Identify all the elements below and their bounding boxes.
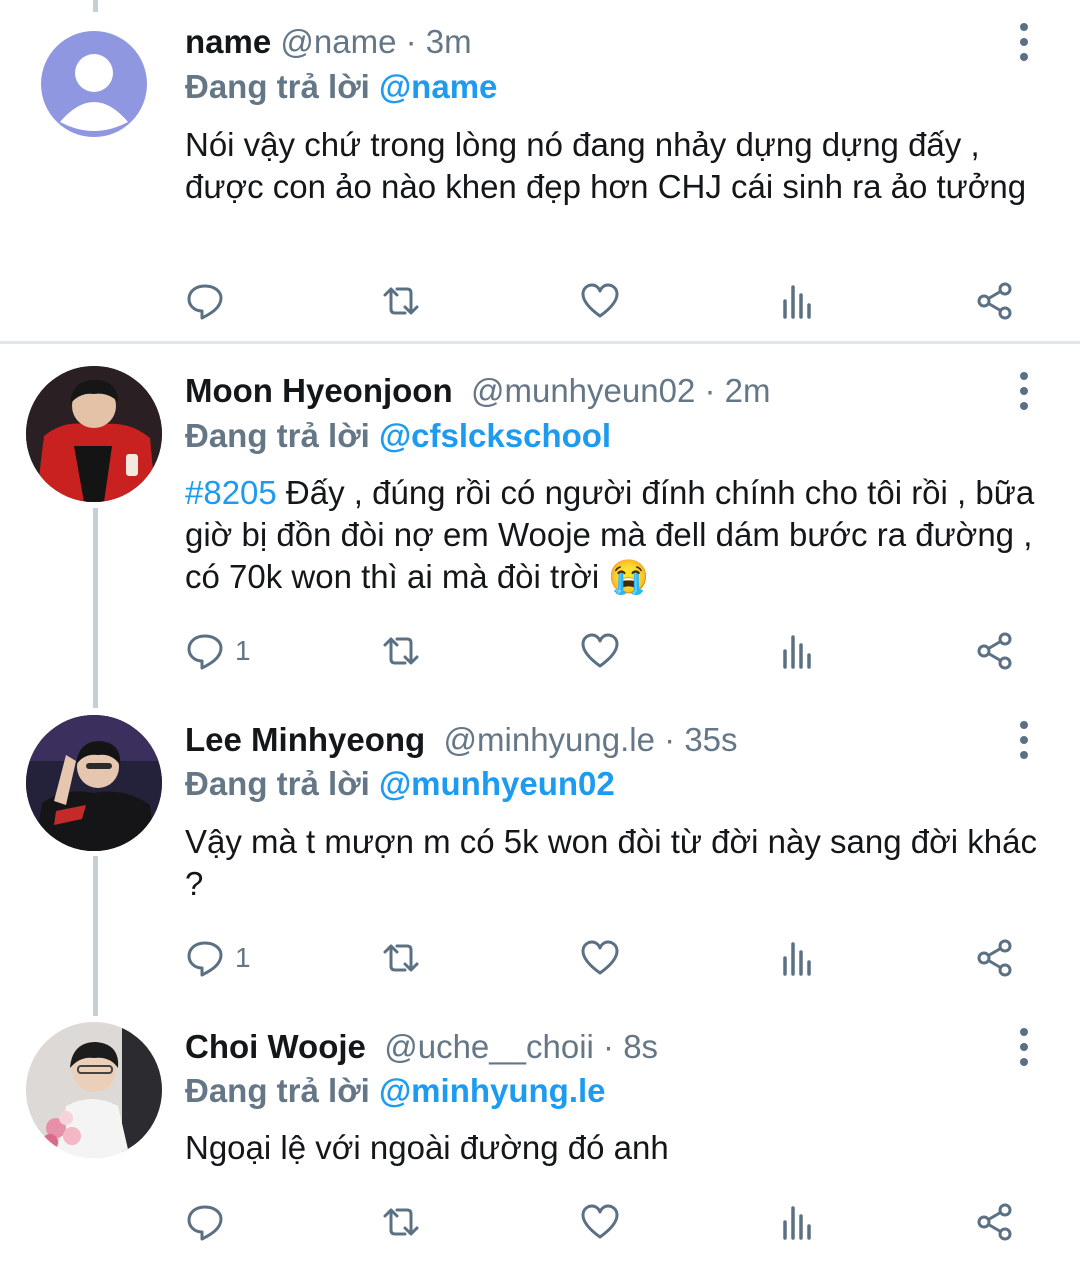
like-icon	[581, 633, 619, 668]
retweet-icon	[383, 287, 419, 315]
replying-to: Đang trả lời @cfslckschool	[185, 413, 611, 459]
like-icon	[581, 1204, 619, 1239]
reply-icon	[187, 634, 223, 670]
share-button[interactable]	[975, 1198, 1015, 1246]
more-icon[interactable]	[1008, 1023, 1040, 1071]
tweet-meta: Lee Minhyeong @minhyung.le · 35s	[185, 716, 990, 764]
tweet-actions	[185, 1198, 1025, 1246]
replying-to-label: Đang trả lời	[185, 417, 370, 454]
avatar[interactable]	[26, 1022, 162, 1158]
share-icon	[977, 632, 1012, 670]
hashtag-link[interactable]: #8205	[185, 474, 277, 511]
avatar[interactable]	[26, 715, 162, 851]
reply-button[interactable]	[185, 277, 235, 325]
reply-icon	[187, 1205, 223, 1241]
views-icon	[783, 1206, 811, 1240]
views-button[interactable]	[778, 1198, 818, 1246]
like-button[interactable]	[580, 627, 620, 675]
tweet-meta: Choi Wooje @uche__choii · 8s	[185, 1023, 990, 1071]
tweet-actions	[185, 277, 1025, 325]
thread-line	[93, 508, 98, 708]
user-handle[interactable]: @minhyung.le	[444, 721, 655, 758]
tweet-text: Ngoại lệ với ngoài đường đó anh	[185, 1129, 669, 1166]
replying-to-label: Đang trả lời	[185, 1072, 370, 1109]
user-handle[interactable]: @munhyeun02	[471, 372, 695, 409]
replying-to-handle[interactable]: @munhyeun02	[379, 765, 615, 802]
like-icon	[581, 940, 619, 975]
separator-dot: ·	[664, 721, 676, 758]
more-icon[interactable]	[1008, 367, 1040, 415]
timestamp[interactable]: 35s	[684, 721, 737, 758]
replying-to-handle[interactable]: @cfslckschool	[379, 417, 611, 454]
tweet-actions: 1	[185, 934, 1025, 982]
like-button[interactable]	[580, 277, 620, 325]
tweet-meta: Moon Hyeonjoon @munhyeun02 · 2m	[185, 367, 990, 415]
tweet-text: #8205 Đấy , đúng rồi có người đính chính…	[185, 472, 1055, 598]
retweet-button[interactable]	[381, 627, 421, 675]
tweet-meta: name @name · 3m	[185, 18, 990, 66]
user-handle[interactable]: @name	[280, 23, 396, 60]
retweet-icon	[383, 944, 419, 972]
replying-to: Đang trả lời @name	[185, 64, 497, 110]
more-icon[interactable]	[1008, 18, 1040, 66]
like-button[interactable]	[580, 1198, 620, 1246]
timestamp[interactable]: 8s	[623, 1028, 658, 1065]
avatar[interactable]	[26, 16, 162, 152]
share-icon	[977, 282, 1012, 320]
timestamp[interactable]: 3m	[426, 23, 472, 60]
views-icon	[783, 285, 811, 319]
replying-to-label: Đang trả lời	[185, 765, 370, 802]
replying-to-handle[interactable]: @minhyung.le	[379, 1072, 606, 1109]
replying-to-label: Đang trả lời	[185, 68, 370, 105]
reply-button[interactable]: 1	[185, 934, 251, 982]
tweet-text: Nói vậy chứ trong lòng nó đang nhảy dựng…	[185, 126, 1027, 205]
views-icon	[783, 942, 811, 976]
share-icon	[977, 1203, 1012, 1241]
retweet-button[interactable]	[381, 1198, 421, 1246]
separator-dot: ·	[405, 23, 417, 60]
tweet-text: Vậy mà t mượn m có 5k won đòi từ đời này…	[185, 823, 1037, 902]
reply-button[interactable]	[185, 1198, 235, 1246]
replying-to-handle[interactable]: @name	[379, 68, 497, 105]
retweet-button[interactable]	[381, 934, 421, 982]
timestamp[interactable]: 2m	[725, 372, 771, 409]
share-icon	[977, 939, 1012, 977]
separator-dot: ·	[603, 1028, 615, 1065]
reply-count: 1	[235, 635, 251, 666]
like-button[interactable]	[580, 934, 620, 982]
avatar[interactable]	[26, 366, 162, 502]
display-name[interactable]: Choi Wooje	[185, 1028, 366, 1065]
display-name[interactable]: Moon Hyeonjoon	[185, 372, 453, 409]
reply-count: 1	[235, 942, 251, 973]
share-button[interactable]	[975, 277, 1015, 325]
tweet-text-content: Đấy , đúng rồi có người đính chính cho t…	[185, 474, 1035, 595]
views-button[interactable]	[778, 277, 818, 325]
tweet-actions: 1	[185, 627, 1025, 675]
reply-icon	[187, 941, 223, 977]
user-handle[interactable]: @uche__choii	[384, 1028, 594, 1065]
share-button[interactable]	[975, 934, 1015, 982]
display-name[interactable]: name	[185, 23, 271, 60]
more-icon[interactable]	[1008, 716, 1040, 764]
reply-button[interactable]: 1	[185, 627, 251, 675]
like-icon	[581, 283, 619, 318]
retweet-icon	[383, 637, 419, 665]
views-button[interactable]	[778, 627, 818, 675]
reply-icon	[187, 284, 223, 320]
share-button[interactable]	[975, 627, 1015, 675]
thread-line	[93, 856, 98, 1016]
divider	[0, 341, 1080, 344]
replying-to: Đang trả lời @minhyung.le	[185, 1068, 606, 1114]
display-name[interactable]: Lee Minhyeong	[185, 721, 425, 758]
thread-line	[93, 0, 98, 12]
retweet-icon	[383, 1208, 419, 1236]
views-button[interactable]	[778, 934, 818, 982]
replying-to: Đang trả lời @munhyeun02	[185, 761, 615, 807]
separator-dot: ·	[704, 372, 716, 409]
retweet-button[interactable]	[381, 277, 421, 325]
views-icon	[783, 635, 811, 669]
